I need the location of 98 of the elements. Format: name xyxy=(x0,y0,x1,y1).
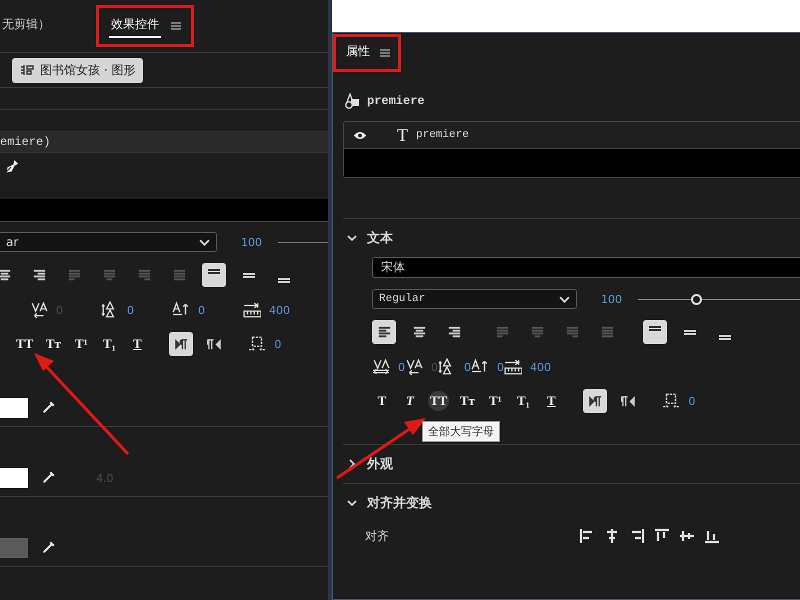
right-to-left-icon xyxy=(206,336,222,352)
font-style-dropdown[interactable]: ar xyxy=(0,232,217,252)
align-left-edges-icon[interactable] xyxy=(579,528,595,544)
tsume-value[interactable]: 0 xyxy=(274,338,282,350)
text-style-button[interactable]: T₁ xyxy=(99,334,120,354)
eye-icon[interactable] xyxy=(353,130,367,140)
panel-tab[interactable]: 效果控件 xyxy=(109,14,161,38)
chevron-down-icon xyxy=(559,296,570,302)
align-top-icon xyxy=(208,268,220,274)
font-field[interactable]: 宋体 xyxy=(372,257,800,278)
chevron-down-icon xyxy=(199,238,210,246)
tab-width-icon xyxy=(243,301,261,319)
align-button[interactable] xyxy=(643,320,667,344)
text-layer-glyph: T xyxy=(397,124,408,146)
menu-icon[interactable] xyxy=(380,49,390,57)
text-style-button[interactable]: T xyxy=(127,334,148,354)
text-style-button[interactable]: Tᴛ xyxy=(457,391,478,411)
eyedropper-icon[interactable] xyxy=(40,400,56,416)
tracking-icon xyxy=(30,301,48,319)
font-style-dropdown[interactable]: Regular xyxy=(372,289,577,309)
eyedropper-icon[interactable] xyxy=(40,540,56,556)
chevron-right-icon xyxy=(347,459,357,469)
text-style-button[interactable]: T xyxy=(541,391,562,411)
metric-value[interactable]: 0 xyxy=(198,304,205,316)
eyedropper-icon[interactable] xyxy=(40,470,56,486)
metric-value[interactable]: 0 xyxy=(497,360,504,374)
align-button[interactable] xyxy=(372,320,396,344)
align-right-edges-icon[interactable] xyxy=(629,528,645,544)
color-swatch[interactable] xyxy=(0,468,28,488)
right-to-left-icon xyxy=(620,394,636,408)
section-header[interactable]: 外观 xyxy=(347,445,800,483)
left-to-right-icon xyxy=(174,336,189,352)
pen-icon[interactable] xyxy=(4,158,20,174)
justify-icon xyxy=(600,324,614,340)
left-to-right-icon xyxy=(588,394,603,408)
chevron-down-icon xyxy=(347,498,357,508)
justify-icon xyxy=(136,268,152,282)
text-direction-button[interactable] xyxy=(169,332,194,356)
clip-chip[interactable]: 图书馆女孩 · 图形 xyxy=(12,58,144,82)
text-style-button[interactable]: T xyxy=(372,391,392,411)
tracking-icon xyxy=(405,358,423,376)
section-header[interactable]: 文本 xyxy=(347,219,800,257)
align-top-edges-icon[interactable] xyxy=(654,528,670,544)
color-swatch[interactable] xyxy=(0,538,28,558)
tsume-value[interactable]: 0 xyxy=(688,394,696,408)
color-swatch[interactable] xyxy=(0,398,28,418)
align-right-icon xyxy=(32,268,46,282)
metric-value[interactable]: 400 xyxy=(530,360,551,374)
slider-thumb[interactable] xyxy=(691,294,702,304)
metric-value[interactable]: 400 xyxy=(269,304,290,316)
align-center-icon xyxy=(412,324,426,340)
text-style-button[interactable]: T¹ xyxy=(71,334,92,354)
text-style-button[interactable]: T xyxy=(400,391,420,411)
tsume-icon xyxy=(662,392,680,410)
metric-value[interactable]: 0 xyxy=(398,360,405,374)
align-horizontal-centers-icon[interactable] xyxy=(604,528,620,544)
section-header[interactable]: 对齐并变换 xyxy=(347,484,800,522)
shapes-icon xyxy=(343,93,361,109)
justify-icon xyxy=(66,268,82,282)
text-style-button[interactable]: TT xyxy=(428,391,450,411)
graphic-clip-icon xyxy=(20,64,34,76)
align-right-icon xyxy=(446,324,462,340)
chevron-down-icon xyxy=(347,233,357,243)
align-center-icon xyxy=(0,268,12,282)
metric-value[interactable]: 0 xyxy=(464,360,471,374)
panel-tab[interactable]: 无剪辑） xyxy=(0,14,52,38)
text-style-button[interactable]: T¹ xyxy=(485,391,506,411)
font-size-value[interactable]: 100 xyxy=(241,236,262,248)
tooltip: 全部大写字母 xyxy=(422,421,500,442)
align-label: 对齐 xyxy=(365,528,390,544)
text-direction-button[interactable] xyxy=(583,389,608,413)
align-vertical-centers-icon[interactable] xyxy=(679,528,695,544)
text-style-button[interactable]: TT xyxy=(14,334,36,354)
align-middle-icon xyxy=(243,272,255,278)
justify-icon xyxy=(530,324,544,340)
justify-icon xyxy=(102,268,116,282)
layer-name: emiere) xyxy=(0,135,50,149)
align-top-icon xyxy=(649,326,661,330)
layer-name[interactable]: premiere xyxy=(416,129,469,141)
align-bottom-icon xyxy=(278,278,290,282)
kerning-icon xyxy=(372,358,390,376)
tsume-icon xyxy=(248,335,266,353)
justify-icon xyxy=(494,324,510,340)
metric-value[interactable]: 0 xyxy=(127,304,134,316)
align-bottom-edges-icon[interactable] xyxy=(704,528,720,544)
font-size-value[interactable]: 100 xyxy=(601,292,622,306)
text-style-button[interactable]: T₁ xyxy=(513,391,534,411)
align-bottom-icon xyxy=(719,334,731,340)
menu-icon[interactable] xyxy=(171,22,181,30)
align-left-icon xyxy=(376,324,392,340)
panel-tab[interactable]: 属性 xyxy=(344,41,372,65)
tab-width-icon xyxy=(504,358,522,376)
justify-icon xyxy=(172,268,186,282)
text-style-button[interactable]: Tᴛ xyxy=(43,334,64,354)
align-middle-icon xyxy=(684,330,696,334)
justify-icon xyxy=(564,324,580,340)
align-button[interactable] xyxy=(202,263,226,287)
graphic-name: premiere xyxy=(367,94,425,108)
